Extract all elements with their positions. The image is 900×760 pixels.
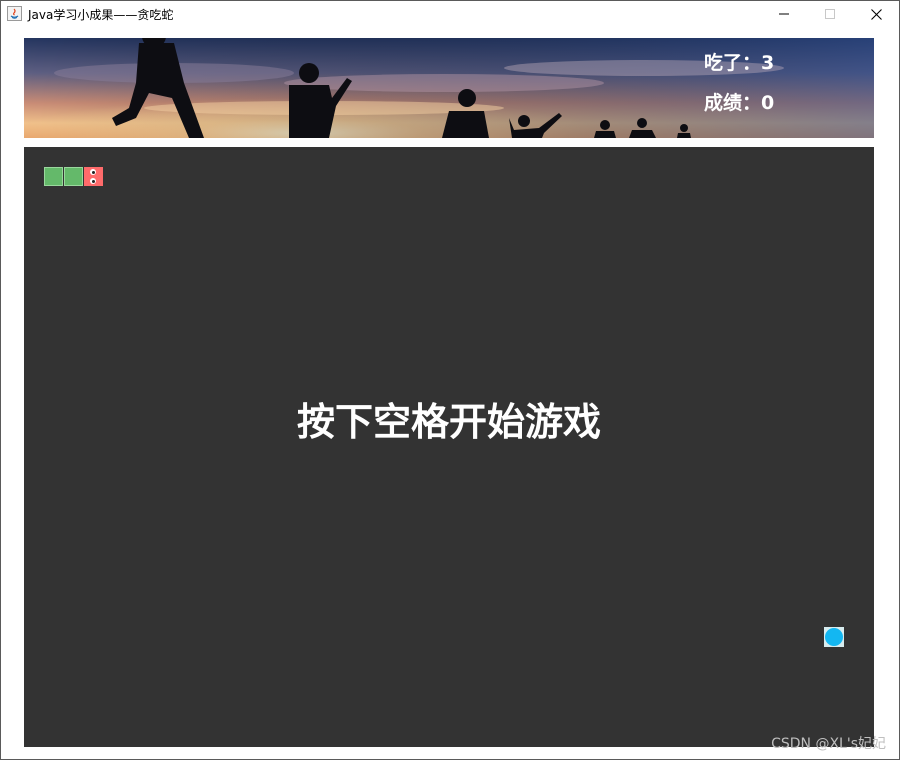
snake-body-segment: [44, 167, 63, 186]
csdn-watermark: CSDN @XL's妃妃: [771, 736, 886, 752]
snake-body-segment: [64, 167, 83, 186]
game-board[interactable]: 按下空格开始游戏: [24, 147, 874, 747]
start-game-message: 按下空格开始游戏: [296, 400, 601, 444]
food-item: [824, 627, 844, 647]
minimize-icon: [779, 13, 789, 15]
close-icon: [870, 8, 882, 20]
maximize-icon: [825, 9, 835, 19]
title-bar[interactable]: Java学习小成果——贪吃蛇: [1, 1, 899, 27]
minimize-button[interactable]: [761, 1, 807, 27]
window-title: Java学习小成果——贪吃蛇: [28, 8, 174, 22]
close-button[interactable]: [853, 1, 899, 27]
maximize-button[interactable]: [807, 1, 853, 27]
snake-eye-icon: [90, 169, 96, 175]
header-banner: 吃了：3 成绩：0: [24, 38, 874, 138]
score-label: 成绩：0: [704, 92, 775, 114]
eaten-count-label: 吃了：3: [704, 52, 775, 74]
food-dot-icon: [825, 628, 843, 646]
app-window: Java学习小成果——贪吃蛇 吃了：3 成绩：0 按下空格开始游戏: [0, 0, 900, 760]
java-app-icon[interactable]: [7, 6, 22, 21]
snake-head: [84, 167, 103, 186]
snake-eye-icon: [90, 178, 96, 184]
